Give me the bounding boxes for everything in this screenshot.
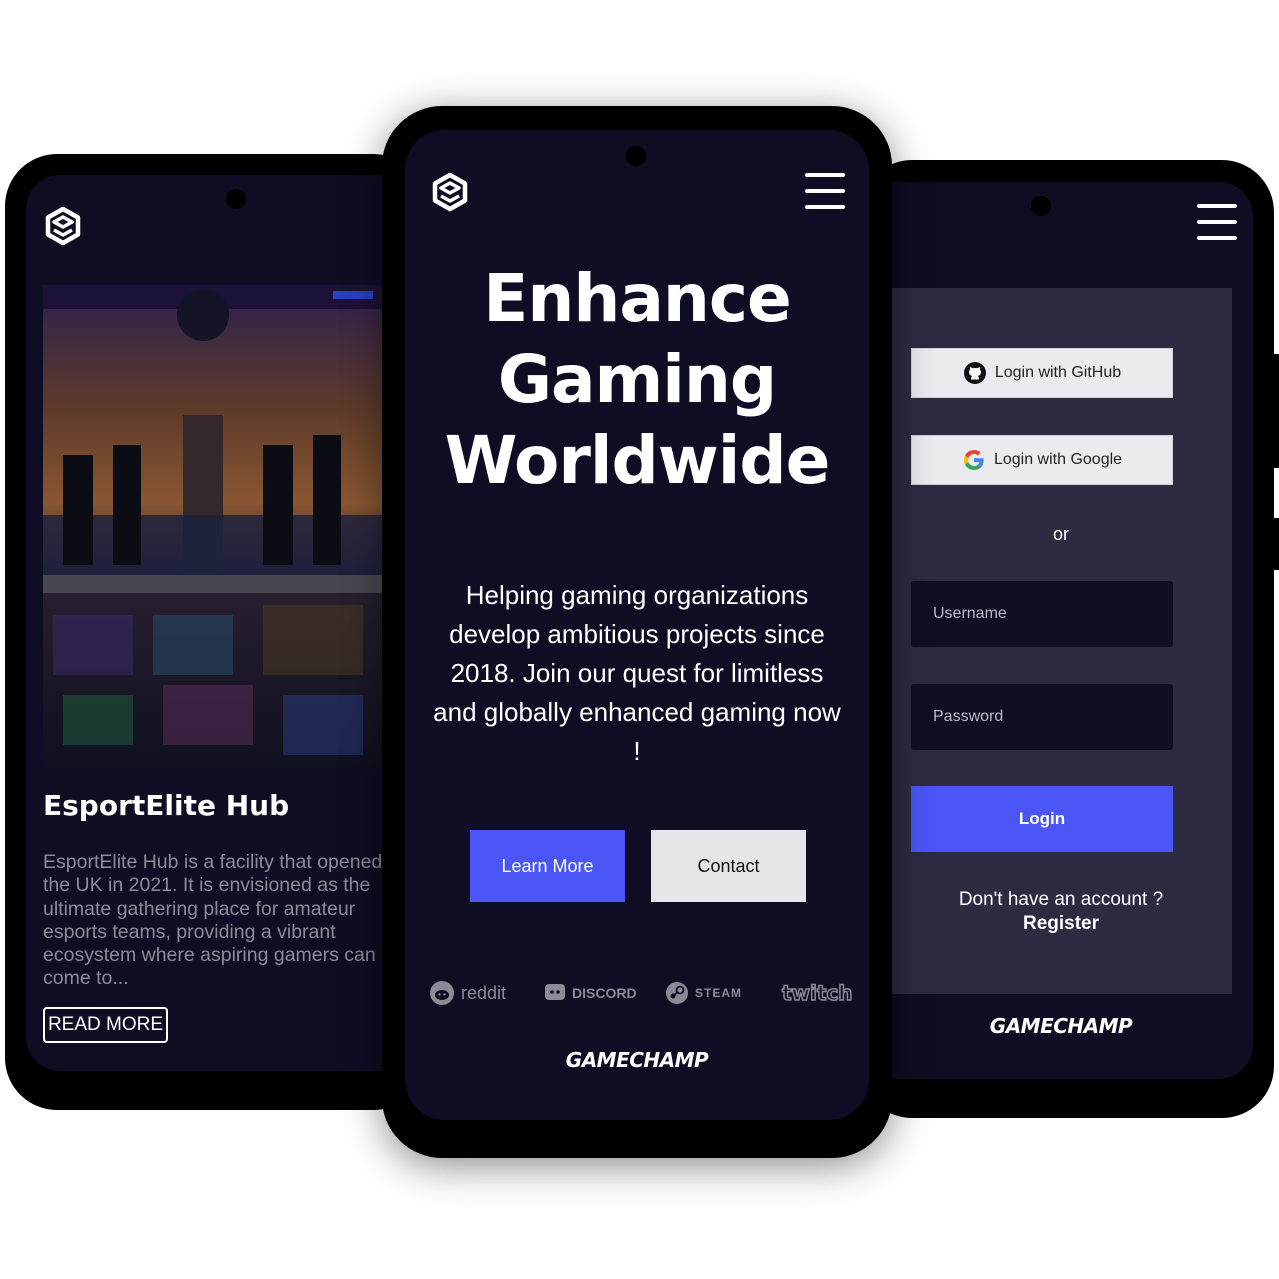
hamburger-menu-icon[interactable] bbox=[1197, 204, 1237, 242]
username-input[interactable] bbox=[911, 581, 1173, 647]
learn-more-button[interactable]: Learn More bbox=[470, 830, 625, 902]
hero-subtext: Helping gaming organizations develop amb… bbox=[433, 580, 841, 766]
register-link[interactable]: Register bbox=[890, 913, 1232, 935]
login-panel: Login with GitHub Login with Google or L… bbox=[890, 288, 1232, 994]
github-login-label: Login with GitHub bbox=[994, 364, 1122, 381]
logo-icon[interactable] bbox=[43, 206, 83, 246]
headline-line: Gaming bbox=[497, 341, 777, 418]
partner-label: DISCORD bbox=[572, 985, 637, 1001]
brand-logo-text: GAMECHAMP bbox=[989, 1014, 1133, 1038]
headline-line: Enhance bbox=[483, 260, 791, 337]
headline-line: Worldwide bbox=[444, 422, 831, 499]
read-more-button[interactable]: READ MORE bbox=[43, 1007, 168, 1043]
partner-discord: DISCORD bbox=[544, 978, 637, 1008]
hero-headline: Enhance Gaming Worldwide bbox=[405, 258, 869, 501]
partner-label: STEAM bbox=[695, 986, 742, 1000]
login-button[interactable]: Login bbox=[911, 786, 1173, 852]
partner-reddit: reddit bbox=[429, 978, 506, 1008]
partner-steam: STEAM bbox=[665, 978, 742, 1008]
logo-icon[interactable] bbox=[430, 172, 470, 212]
front-camera bbox=[226, 189, 246, 209]
google-login-button[interactable]: Login with Google bbox=[911, 435, 1173, 485]
steam-icon bbox=[666, 982, 688, 1004]
left-phone-screen: EsportElite Hub EsportElite Hub is a fac… bbox=[26, 175, 426, 1071]
center-phone: Enhance Gaming Worldwide Helping gaming … bbox=[382, 106, 892, 1158]
volume-button bbox=[1272, 354, 1279, 468]
right-phone: Login with GitHub Login with Google or L… bbox=[860, 160, 1279, 1118]
partner-twitch: twitch bbox=[781, 978, 853, 1008]
no-account-text: Don't have an account ? bbox=[958, 889, 1164, 910]
card-title: EsportElite Hub bbox=[43, 789, 290, 822]
password-input[interactable] bbox=[911, 684, 1173, 750]
partner-label: twitch bbox=[781, 980, 853, 1006]
partner-label: reddit bbox=[461, 982, 507, 1003]
front-camera bbox=[1031, 196, 1051, 216]
contact-button[interactable]: Contact bbox=[651, 830, 806, 902]
power-button bbox=[1272, 518, 1279, 570]
google-icon bbox=[963, 450, 984, 470]
reddit-icon bbox=[430, 981, 454, 1005]
google-login-label: Login with Google bbox=[993, 451, 1123, 468]
center-phone-screen: Enhance Gaming Worldwide Helping gaming … bbox=[405, 130, 869, 1120]
right-phone-screen: Login with GitHub Login with Google or L… bbox=[860, 182, 1253, 1079]
hamburger-menu-icon[interactable] bbox=[805, 173, 845, 211]
github-icon bbox=[963, 362, 986, 384]
left-phone: EsportElite Hub EsportElite Hub is a fac… bbox=[5, 154, 426, 1110]
github-login-button[interactable]: Login with GitHub bbox=[911, 348, 1173, 398]
discord-icon bbox=[545, 984, 565, 1000]
card-description: EsportElite Hub is a facility that opene… bbox=[43, 851, 403, 990]
or-divider: or bbox=[1052, 524, 1069, 544]
front-camera bbox=[626, 146, 646, 166]
partner-logos: reddit DISCORD STEAM twitch bbox=[429, 978, 853, 1008]
gaming-arena-photo bbox=[43, 285, 383, 769]
brand-logo-text: GAMECHAMP bbox=[565, 1048, 709, 1072]
